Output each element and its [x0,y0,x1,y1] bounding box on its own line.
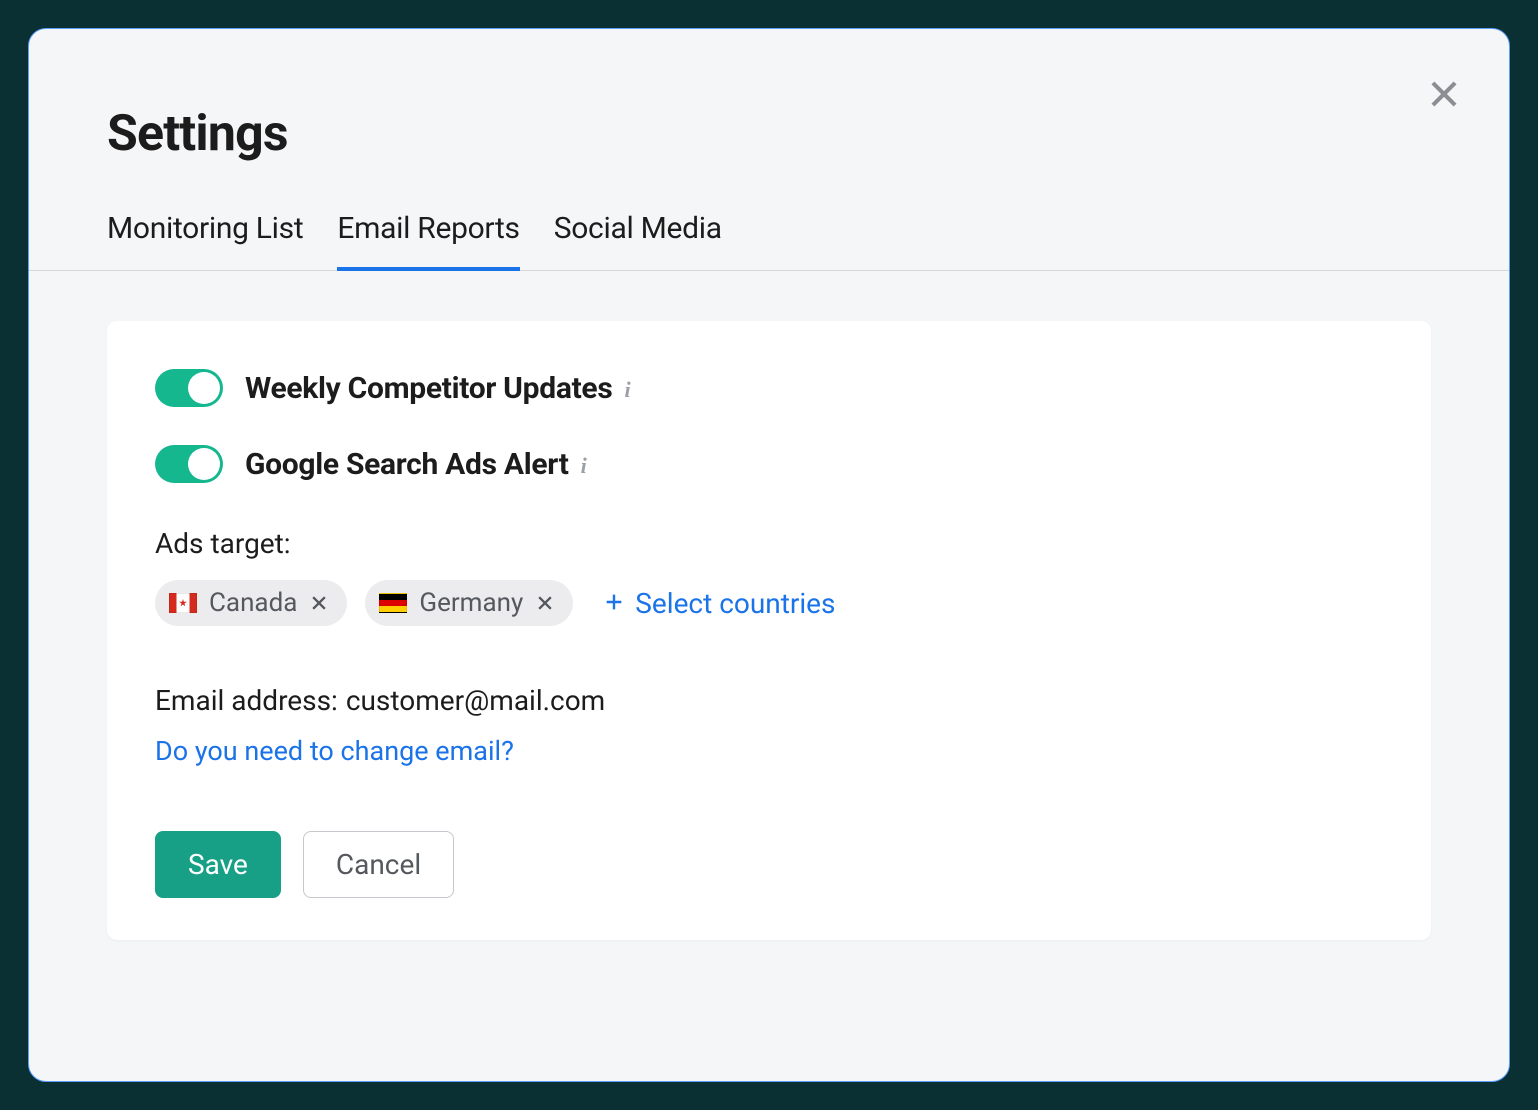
chip-label: Germany [419,588,523,618]
country-chip-germany: Germany [365,580,573,626]
settings-panel: Weekly Competitor Updates i Google Searc… [107,321,1431,940]
close-icon [535,593,555,613]
close-icon [309,593,329,613]
email-label: Email address: [155,684,338,717]
toggle-knob [188,448,220,480]
plus-icon [603,587,625,620]
flag-canada-icon [169,593,197,613]
remove-chip-button[interactable] [309,593,329,613]
toggle-search-ads[interactable] [155,445,223,483]
email-value: customer@mail.com [346,684,605,717]
chip-label: Canada [209,588,297,618]
cancel-button[interactable]: Cancel [303,831,454,898]
close-icon [1425,75,1463,113]
actions-row: Save Cancel [155,831,1383,898]
close-button[interactable] [1425,75,1463,117]
toggle-knob [188,372,220,404]
modal-header: Settings [29,29,1509,163]
settings-modal: Settings Monitoring List Email Reports S… [28,28,1510,1082]
toggle-label-weekly-updates: Weekly Competitor Updates [245,371,612,406]
toggle-label-search-ads: Google Search Ads Alert [245,447,569,482]
select-countries-button[interactable]: Select countries [603,587,835,620]
tab-monitoring-list[interactable]: Monitoring List [107,211,303,270]
change-email-link[interactable]: Do you need to change email? [155,735,514,767]
tab-social-media[interactable]: Social Media [554,211,722,270]
ads-target-label: Ads target: [155,527,1383,560]
email-address-row: Email address: customer@mail.com [155,684,1383,717]
tabs: Monitoring List Email Reports Social Med… [29,163,1509,271]
tab-email-reports[interactable]: Email Reports [337,211,519,270]
country-chip-canada: Canada [155,580,347,626]
info-icon[interactable]: i [624,377,642,399]
page-title: Settings [107,105,1431,163]
save-button[interactable]: Save [155,831,281,898]
flag-germany-icon [379,593,407,613]
remove-chip-button[interactable] [535,593,555,613]
toggle-row-search-ads: Google Search Ads Alert i [155,445,1383,483]
info-icon[interactable]: i [581,453,599,475]
toggle-weekly-updates[interactable] [155,369,223,407]
ads-target-chips: Canada Germany Select countries [155,580,1383,626]
select-countries-label: Select countries [635,587,835,620]
toggle-row-weekly-updates: Weekly Competitor Updates i [155,369,1383,407]
